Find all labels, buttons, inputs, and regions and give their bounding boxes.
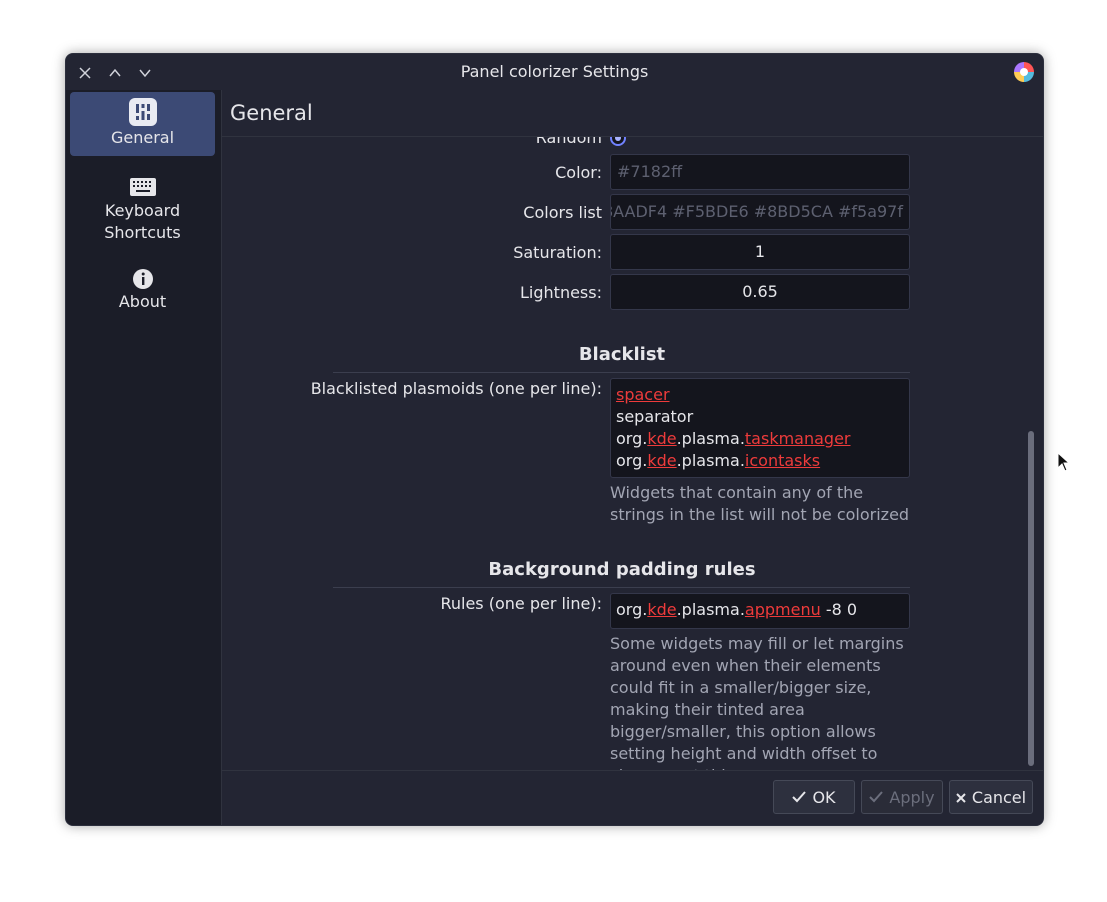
window-title: Panel colorizer Settings [460, 62, 649, 81]
cancel-button[interactable]: Cancel [949, 780, 1033, 814]
padding-rules-label: Rules (one per line): [440, 594, 602, 613]
padding-divider [333, 587, 910, 588]
padding-section-title: Background padding rules [488, 559, 756, 580]
lightness-input[interactable]: 0.65 [610, 274, 910, 310]
blacklist-textarea[interactable]: spacer separator org.kde.plasma.taskmana… [610, 378, 910, 478]
app-icon [1014, 62, 1034, 82]
sidebar: General Keyboard Shortcuts About [66, 90, 222, 825]
ok-button[interactable]: OK [773, 780, 855, 814]
apply-label: Apply [889, 787, 935, 807]
scrollbar-thumb[interactable] [1028, 431, 1034, 766]
padding-hint: Some widgets may fill or let margins aro… [610, 634, 904, 771]
page-header: General [222, 90, 1043, 137]
apply-button[interactable]: Apply [861, 780, 943, 814]
blacklist-hint: Widgets that contain any of the strings … [610, 483, 910, 524]
random-label: Random [535, 137, 602, 147]
sidebar-item-about[interactable]: About [70, 262, 215, 322]
blacklist-line-icontasks: org.kde.plasma.icontasks [616, 451, 821, 470]
check-icon [869, 788, 884, 807]
blacklist-section-title: Blacklist [578, 344, 666, 365]
colors-list-label: Colors list [523, 203, 602, 222]
colors-list-input[interactable]: F #8AADF4 #F5BDE6 #8BD5CA #f5a97f [610, 194, 910, 230]
ok-label: OK [812, 787, 836, 807]
title-bar: Panel colorizer Settings [66, 54, 1043, 90]
saturation-input[interactable]: 1 [610, 234, 910, 270]
blacklist-line-separator: separator [616, 407, 694, 426]
lightness-label: Lightness: [520, 283, 602, 302]
cancel-icon [956, 788, 966, 807]
sidebar-item-keyboard-shortcuts[interactable]: Keyboard Shortcuts [70, 170, 215, 246]
settings-content: Random Color: #7182ff Colors list F #8AA… [222, 137, 1022, 771]
padding-rules-textarea[interactable]: org.kde.plasma.appmenu -8 0 [610, 593, 910, 629]
check-icon [792, 788, 807, 807]
sidebar-item-general[interactable]: General [70, 92, 215, 156]
color-input[interactable]: #7182ff [610, 154, 910, 190]
dialog-footer: OK Apply Cancel [222, 770, 1043, 825]
mouse-cursor-icon [1057, 451, 1071, 476]
sidebar-item-label: General [110, 128, 175, 147]
blacklist-divider [333, 372, 910, 373]
cancel-label: Cancel [971, 787, 1027, 807]
info-icon [70, 268, 215, 290]
colors-list-value: F #8AADF4 #F5BDE6 #8BD5CA #f5a97f [611, 202, 903, 221]
page-title: General [230, 101, 313, 125]
sidebar-item-label: About [118, 292, 167, 311]
blacklist-line-taskmanager: org.kde.plasma.taskmanager [616, 429, 851, 448]
blacklist-label: Blacklisted plasmoids (one per line): [310, 379, 602, 398]
saturation-label: Saturation: [513, 243, 602, 262]
random-radio[interactable] [610, 137, 626, 146]
sidebar-item-label: Keyboard Shortcuts [104, 201, 181, 242]
blacklist-line-spacer: spacer [616, 385, 670, 404]
keyboard-icon [70, 176, 215, 198]
general-settings-icon [70, 98, 215, 126]
settings-window: Panel colorizer Settings General Keyboar… [65, 53, 1044, 826]
padding-rule-line: org.kde.plasma.appmenu -8 0 [616, 600, 858, 619]
color-label: Color: [555, 163, 602, 182]
